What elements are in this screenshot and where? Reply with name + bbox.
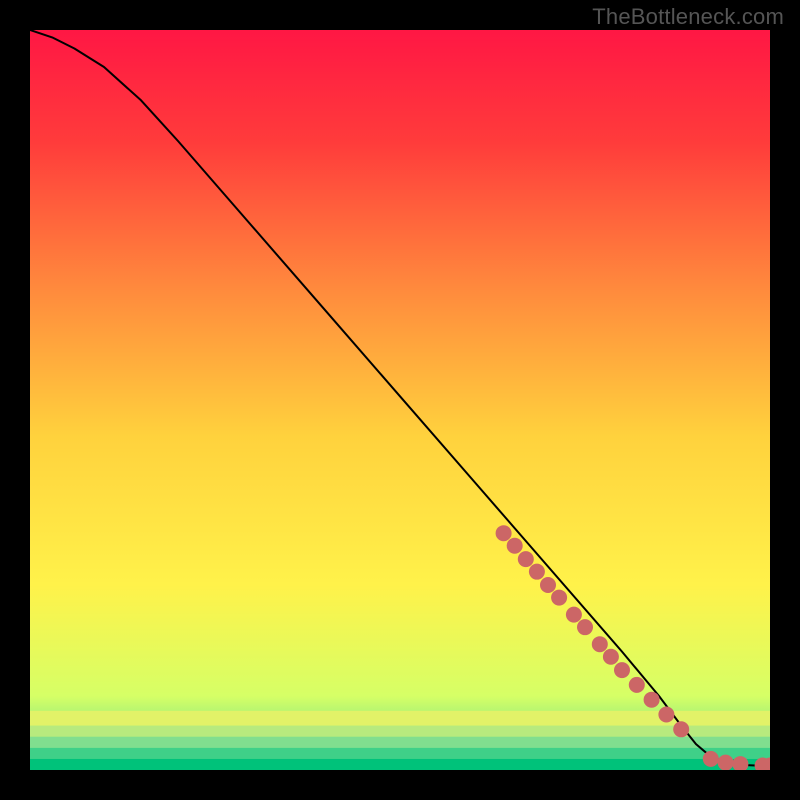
chart-bottom-band — [30, 737, 770, 748]
data-point — [529, 564, 545, 580]
watermark-text: TheBottleneck.com — [592, 4, 784, 30]
data-point — [551, 590, 567, 606]
chart-bottom-band — [30, 748, 770, 759]
chart-svg — [30, 30, 770, 770]
data-point — [496, 525, 512, 541]
data-point — [614, 662, 630, 678]
data-point — [577, 619, 593, 635]
chart-bottom-band — [30, 726, 770, 737]
data-point — [718, 755, 734, 770]
bottleneck-chart — [30, 30, 770, 770]
chart-bottom-band — [30, 759, 770, 770]
data-point — [507, 538, 523, 554]
data-point — [566, 607, 582, 623]
data-point — [703, 751, 719, 767]
data-point — [603, 649, 619, 665]
data-point — [629, 677, 645, 693]
data-point — [592, 636, 608, 652]
data-point — [658, 707, 674, 723]
data-point — [673, 721, 689, 737]
chart-background — [30, 30, 770, 770]
data-point — [644, 692, 660, 708]
data-point — [540, 577, 556, 593]
data-point — [518, 551, 534, 567]
